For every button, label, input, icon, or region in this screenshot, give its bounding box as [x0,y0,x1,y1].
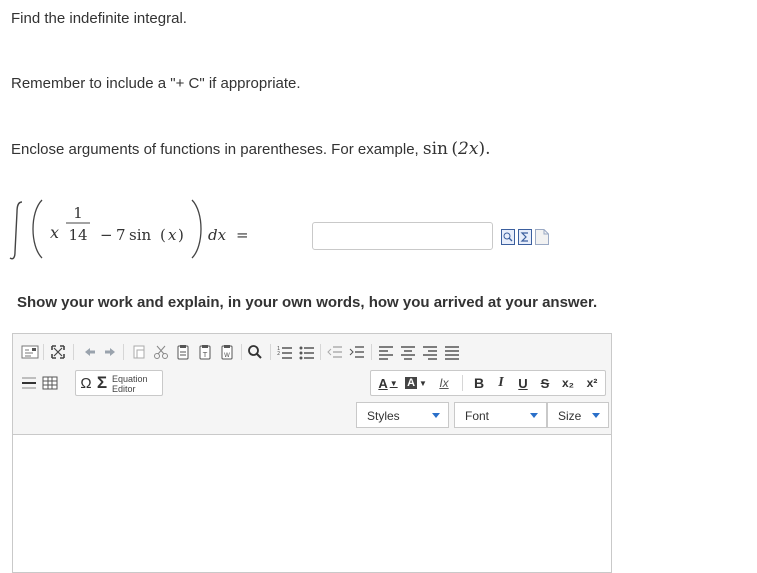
subscript-button[interactable]: x₂ [557,374,579,392]
paste-word-icon[interactable]: W [219,344,235,360]
chevron-down-icon [530,413,538,418]
bold-button[interactable]: B [469,374,489,392]
superscript-button[interactable]: x² [581,374,603,392]
undo-icon[interactable] [83,345,97,359]
left-paren [32,199,43,259]
rich-text-editor: T W 12 Ω Σ Equation Editor A ▼ A ▼ Ix B … [12,333,612,573]
minus-sign: − [100,226,113,244]
text-color-button[interactable]: A ▼ [377,374,399,392]
integral-sign [9,201,23,260]
integral-expression: x 1 14 − 7 sin ( x ) dx = [9,199,249,260]
source-icon[interactable] [21,344,39,360]
instruction-line-3: Enclose arguments of functions in parent… [11,139,490,159]
justify-icon[interactable] [444,344,460,360]
instruction-line-3-text: Enclose arguments of functions in parent… [11,141,419,158]
equation-editor-label-2: Editor [112,384,136,394]
answer-input[interactable] [312,222,493,250]
redo-icon[interactable] [103,345,117,359]
sigma-icon[interactable] [518,229,532,245]
styles-label: Styles [367,409,400,423]
equation-editor-button[interactable]: Equation Editor [112,373,162,395]
bg-color-dropdown-icon: ▼ [419,378,427,388]
chevron-down-icon [592,413,600,418]
svg-text:W: W [224,352,230,359]
paste-icon[interactable] [131,344,147,360]
example-expression: sin (2x). [422,139,491,159]
size-label: Size [558,409,582,423]
text-color-label: A [378,375,388,391]
equals-sign: = [236,226,249,244]
horizontal-rule-icon[interactable] [21,375,37,391]
paste-text-icon[interactable]: T [197,344,213,360]
align-right-icon[interactable] [422,344,438,360]
italic-button[interactable]: I [491,374,511,392]
coefficient: 7 [116,226,126,244]
dx: dx [208,226,227,244]
numerator: 1 [73,204,83,222]
bullet-list-icon[interactable] [299,344,315,360]
inner-paren-open: ( [160,226,166,244]
work-prompt-heading: Show your work and explain, in your own … [17,294,598,311]
sin-func: sin [129,226,151,244]
sin-arg: x [168,226,177,244]
align-center-icon[interactable] [400,344,416,360]
doc-icon[interactable] [535,229,549,245]
var-x: x [50,223,59,242]
cut-icon[interactable] [153,344,169,360]
align-left-icon[interactable] [378,344,394,360]
text-color-dropdown-icon: ▼ [389,378,398,388]
table-icon[interactable] [42,375,58,391]
maximize-icon[interactable] [50,344,66,360]
omega-button[interactable]: Ω [78,374,94,392]
right-paren [191,199,202,259]
indent-icon[interactable] [349,344,365,360]
inner-paren-close: ) [178,226,184,244]
instruction-line-1: Find the indefinite integral. [11,10,187,27]
preview-icon[interactable] [501,229,515,245]
editor-toolbar: T W 12 Ω Σ Equation Editor A ▼ A ▼ Ix B … [13,334,611,435]
bg-color-label: A [405,377,418,389]
editor-content-area[interactable] [13,435,611,572]
svg-text:2: 2 [277,351,280,357]
denominator: 14 [68,226,87,244]
equation-editor-group: Ω Σ Equation Editor [75,370,163,396]
svg-text:T: T [202,351,208,359]
size-dropdown[interactable]: Size [547,402,609,428]
sigma-button[interactable]: Σ [94,373,110,393]
font-label: Font [465,409,490,423]
outdent-icon[interactable] [327,344,343,360]
remove-format-button[interactable]: Ix [433,374,455,392]
strikethrough-button[interactable]: S [535,374,555,392]
bg-color-button[interactable]: A ▼ [405,374,427,392]
chevron-down-icon [432,413,440,418]
font-dropdown[interactable]: Font [454,402,547,428]
copy-icon[interactable] [175,344,191,360]
instruction-line-2: Remember to include a "+ C" if appropria… [11,75,301,92]
numbered-list-icon[interactable]: 12 [277,344,293,360]
text-format-group: A ▼ A ▼ Ix B I U S x₂ x² [370,370,606,396]
equation-editor-label-1: Equation [112,374,148,384]
styles-dropdown[interactable]: Styles [356,402,449,428]
find-icon[interactable] [247,344,263,360]
underline-button[interactable]: U [513,374,533,392]
